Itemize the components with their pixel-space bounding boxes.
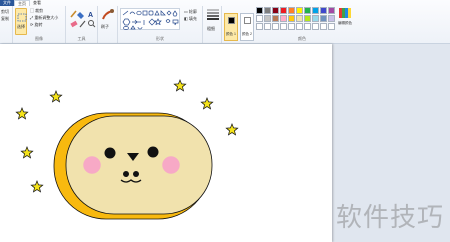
palette-swatch[interactable] <box>304 15 311 22</box>
left-eye <box>104 147 116 159</box>
right-eye <box>147 146 159 158</box>
mouth-dot-left <box>123 171 129 177</box>
shapes-gallery[interactable] <box>120 8 180 30</box>
select-label: 选择 <box>17 24 25 29</box>
palette-swatch[interactable] <box>272 7 279 14</box>
resize-button[interactable]: ⤢ 重新调整大小 <box>30 15 58 20</box>
palette-swatch[interactable] <box>328 15 335 22</box>
brush-icon[interactable] <box>100 8 116 22</box>
palette-swatch[interactable] <box>296 15 303 22</box>
palette-swatch[interactable] <box>312 23 319 30</box>
line-size-icon <box>207 9 219 20</box>
svg-text:A: A <box>88 12 93 19</box>
star-shape <box>200 97 214 110</box>
select-button[interactable]: 选择 <box>15 8 27 35</box>
outline-label: 轮廓 <box>188 9 197 14</box>
color-picker-icon[interactable] <box>79 20 86 28</box>
left-cheek <box>83 156 101 174</box>
fill-icon[interactable] <box>77 12 84 19</box>
star-shape <box>173 79 187 92</box>
palette-swatch[interactable] <box>264 7 271 14</box>
edit-colors-button[interactable]: 编辑颜色 <box>338 8 352 33</box>
color1-label: 颜色 1 <box>226 32 236 36</box>
palette-swatch[interactable] <box>320 15 327 22</box>
watermark-text: 软件技巧 <box>335 203 444 233</box>
size-group[interactable]: 粗细 <box>203 6 222 43</box>
eraser-icon[interactable] <box>70 20 78 28</box>
rotate-label: 旋转 <box>34 22 43 27</box>
pencil-icon[interactable] <box>70 10 77 18</box>
palette-swatch[interactable] <box>288 7 295 14</box>
palette-swatch[interactable] <box>280 23 287 30</box>
palette-swatch[interactable] <box>280 15 287 22</box>
magnifier-icon[interactable] <box>88 20 96 28</box>
brushes-button[interactable]: 刷子 <box>101 24 109 29</box>
color-wheel-icon <box>339 8 351 18</box>
outline-button[interactable]: ▭ 轮廓 <box>184 9 197 14</box>
palette-swatch[interactable] <box>312 15 319 22</box>
cut-button[interactable]: 剪切 <box>1 9 9 14</box>
text-icon[interactable]: A <box>88 12 93 19</box>
fill-label: 填充 <box>188 16 197 21</box>
brushes-group: 刷子 <box>98 6 118 43</box>
palette-swatch[interactable] <box>328 23 335 30</box>
color2-swatch <box>244 17 251 24</box>
palette-swatch[interactable] <box>256 23 263 30</box>
tools-group: A 工具 <box>66 6 98 43</box>
crop-button[interactable]: ▢ 裁剪 <box>30 8 43 13</box>
resize-label: 重新调整大小 <box>34 15 59 20</box>
size-label: 粗细 <box>207 26 215 31</box>
clipboard-group: 剪切 复制 <box>0 6 13 43</box>
edit-colors-label: 编辑颜色 <box>338 21 352 25</box>
palette-swatch[interactable] <box>288 23 295 30</box>
palette-swatch[interactable] <box>256 15 263 22</box>
palette-swatch[interactable] <box>272 15 279 22</box>
star-shape <box>30 180 44 193</box>
palette-swatch[interactable] <box>264 15 271 22</box>
palette-swatch[interactable] <box>320 7 327 14</box>
drawing-illustration <box>15 79 239 220</box>
select-icon <box>17 13 27 22</box>
palette-swatch[interactable] <box>320 23 327 30</box>
palette-swatch[interactable] <box>304 7 311 14</box>
star-shape <box>20 146 34 159</box>
drawing-canvas[interactable] <box>0 44 332 242</box>
palette-swatch[interactable] <box>328 7 335 14</box>
palette-swatch[interactable] <box>304 23 311 30</box>
palette-swatch[interactable] <box>296 7 303 14</box>
palette-swatch[interactable] <box>256 7 263 14</box>
canvas-workspace: 软件技巧 <box>0 44 450 242</box>
star-shape <box>49 90 63 103</box>
crop-label: 裁剪 <box>35 8 44 13</box>
image-group: 选择 ▢ 裁剪 ⤢ 重新调整大小 ⟳ 旋转 图像 <box>13 6 66 43</box>
copy-button[interactable]: 复制 <box>1 16 9 21</box>
palette-swatch[interactable] <box>264 23 271 30</box>
shapes-icons <box>122 10 179 30</box>
shapes-group: ▭ 轮廓 ◧ 填充 形状 <box>118 6 203 43</box>
palette-swatch[interactable] <box>312 7 319 14</box>
colors-group-label: 颜色 <box>298 36 306 41</box>
color1-swatch <box>228 17 235 24</box>
image-group-label: 图像 <box>35 36 43 41</box>
tools-group-label: 工具 <box>77 36 86 41</box>
right-cheek <box>162 156 180 174</box>
palette-swatch[interactable] <box>288 15 295 22</box>
star-shape <box>225 123 239 136</box>
fill-button[interactable]: ◧ 填充 <box>184 16 197 21</box>
ribbon: 文件 主页 查看 剪切 复制 选择 ▢ 裁剪 ⤢ 重新调整大小 ⟳ 旋转 图像 … <box>0 0 450 44</box>
color1-button[interactable]: 颜色 1 <box>224 13 238 41</box>
palette-swatch[interactable] <box>272 23 279 30</box>
palette-swatch[interactable] <box>296 23 303 30</box>
palette-swatch[interactable] <box>280 7 287 14</box>
star-shape <box>15 107 29 120</box>
shapes-group-label: 形状 <box>156 36 164 41</box>
tools-icons: A <box>70 10 96 28</box>
mouth-dot-right <box>133 171 139 177</box>
rotate-button[interactable]: ⟳ 旋转 <box>30 22 42 27</box>
